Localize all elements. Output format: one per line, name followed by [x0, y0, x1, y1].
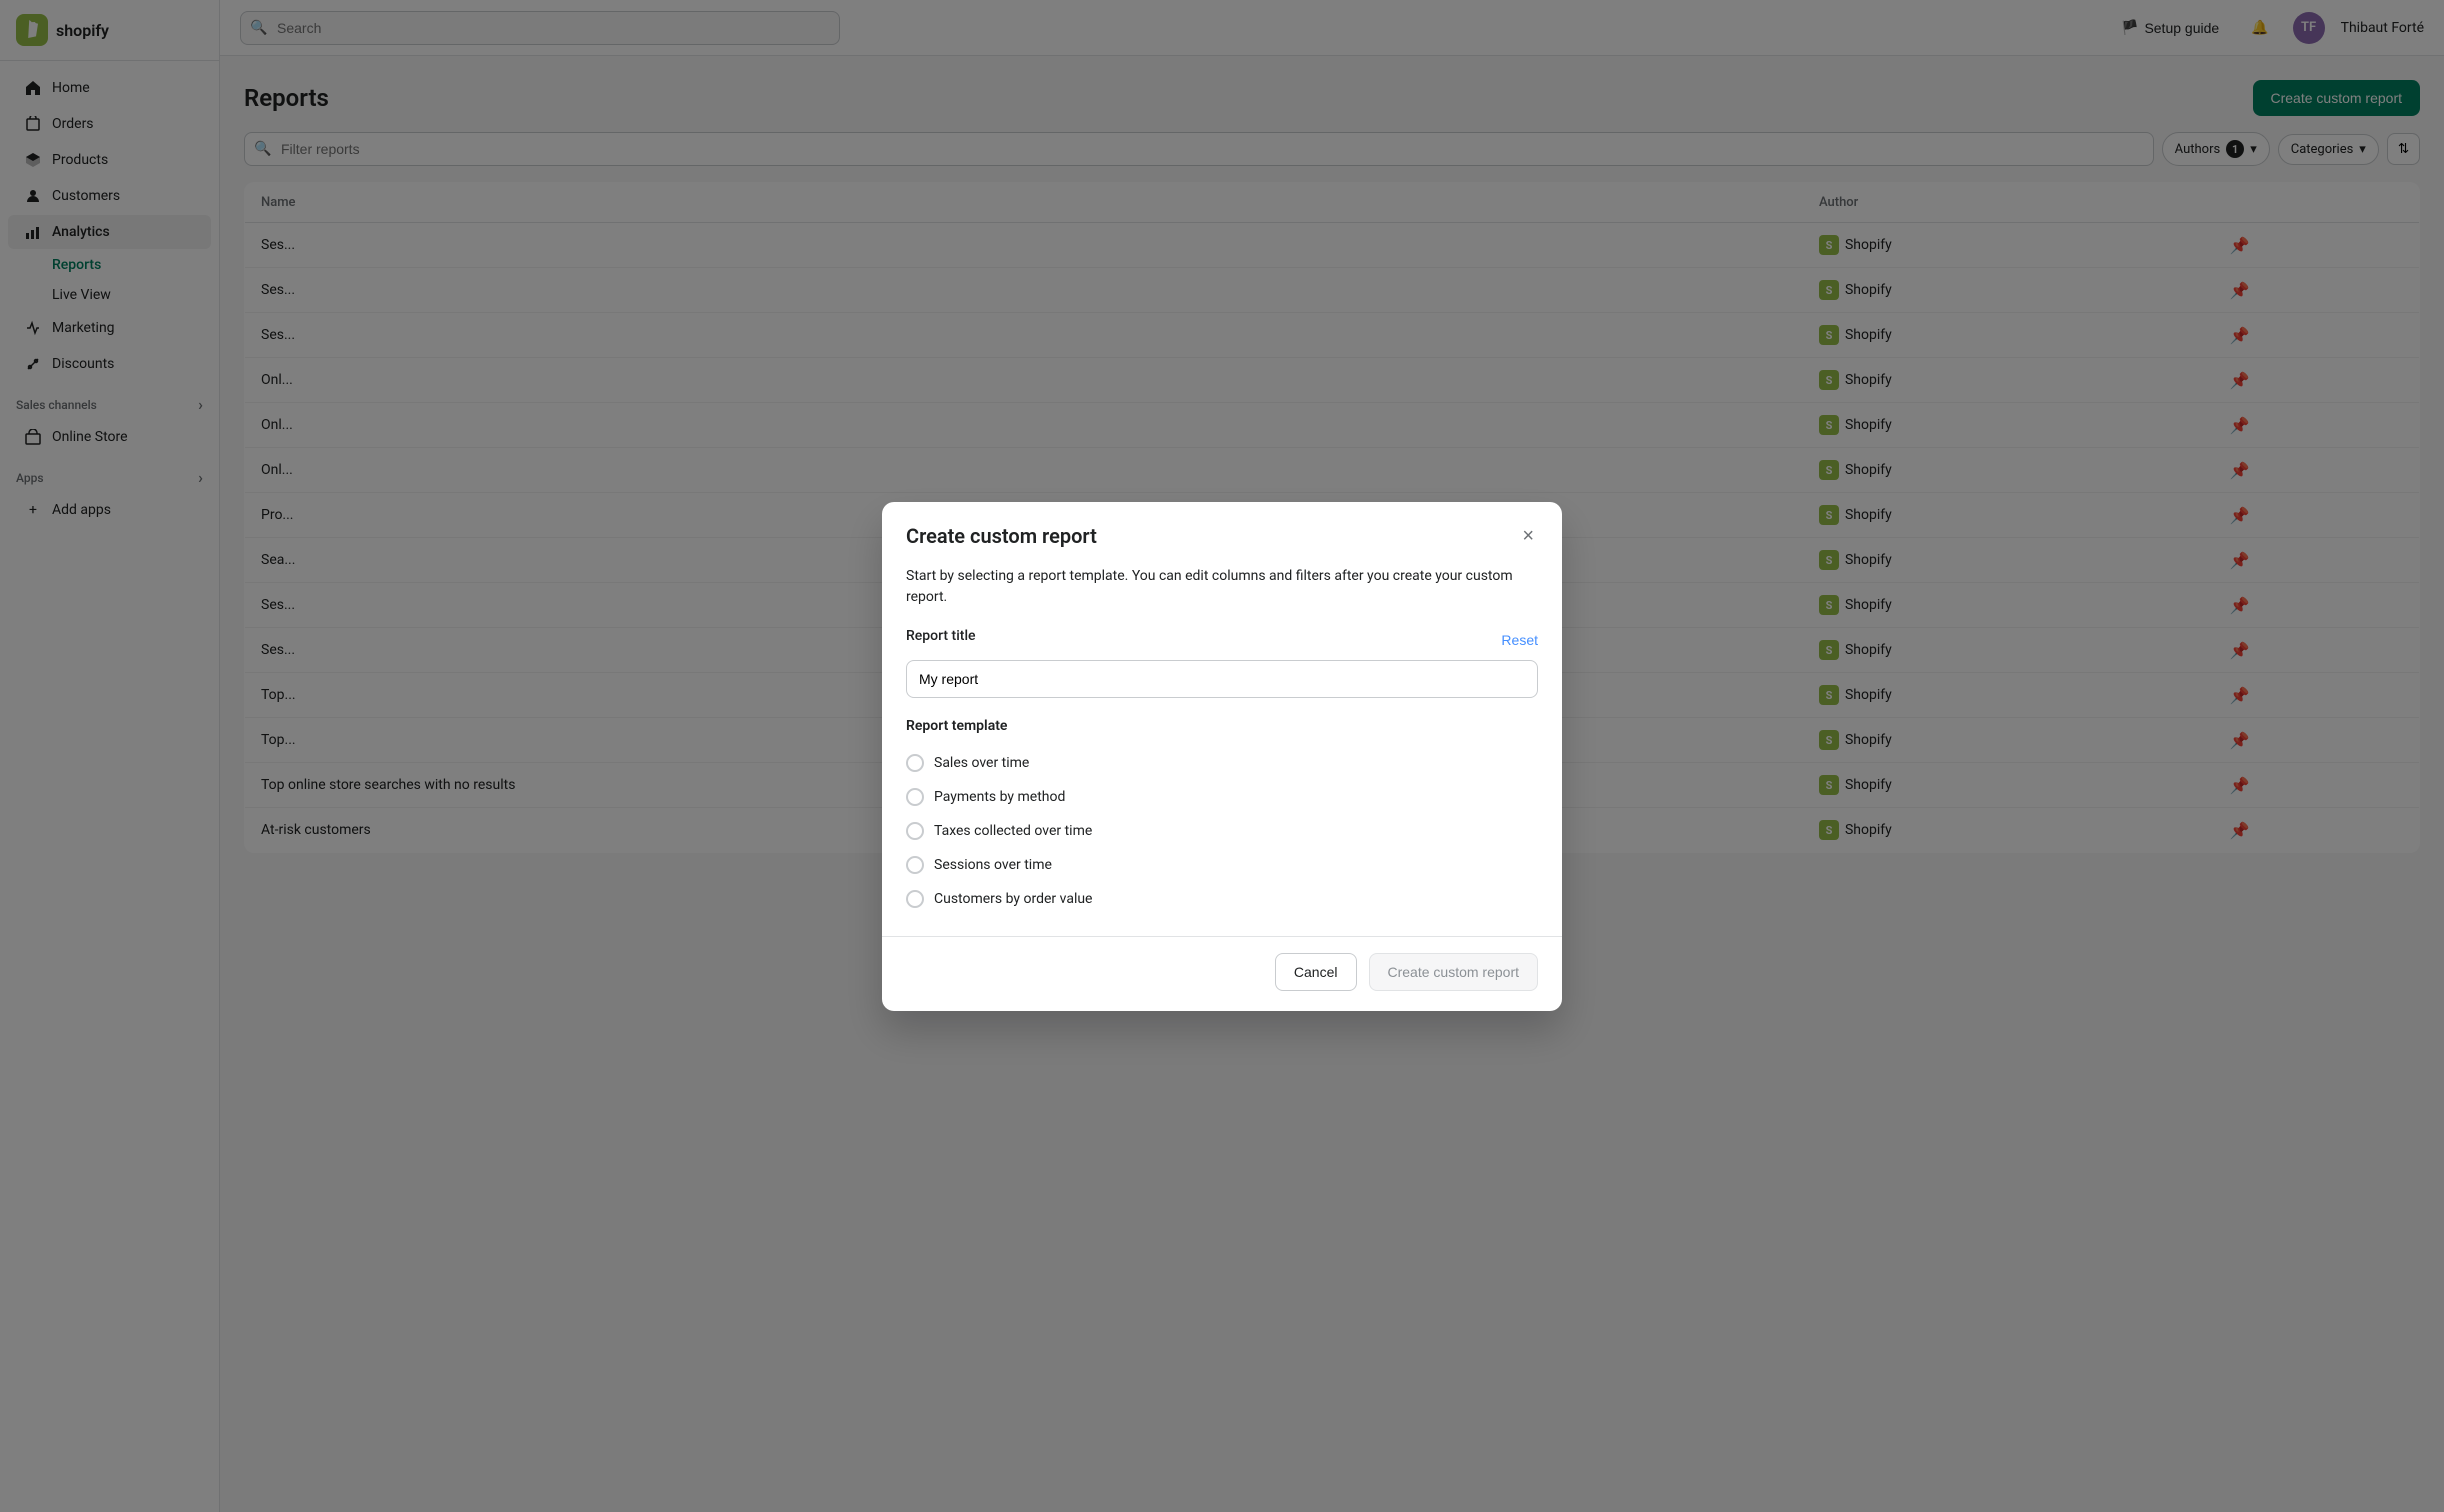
- report-title-label: Report title: [906, 628, 976, 644]
- template-label-sessions-over-time: Sessions over time: [934, 857, 1052, 873]
- cancel-button[interactable]: Cancel: [1275, 953, 1357, 991]
- modal-description: Start by selecting a report template. Yo…: [906, 566, 1538, 608]
- template-label-taxes-collected-over-time: Taxes collected over time: [934, 823, 1092, 839]
- template-option-taxes-collected-over-time[interactable]: Taxes collected over time: [906, 814, 1538, 848]
- radio-circle-sales-over-time: [906, 754, 924, 772]
- template-label-sales-over-time: Sales over time: [934, 755, 1029, 771]
- report-title-label-row: Report title Reset: [906, 628, 1538, 652]
- create-button[interactable]: Create custom report: [1369, 953, 1539, 991]
- template-option-sales-over-time[interactable]: Sales over time: [906, 746, 1538, 780]
- radio-circle-payments-by-method: [906, 788, 924, 806]
- reset-button[interactable]: Reset: [1501, 632, 1538, 648]
- template-option-payments-by-method[interactable]: Payments by method: [906, 780, 1538, 814]
- create-report-modal: Create custom report × Start by selectin…: [882, 502, 1562, 1011]
- modal-title: Create custom report: [906, 524, 1097, 548]
- template-label-payments-by-method: Payments by method: [934, 789, 1065, 805]
- modal-header: Create custom report ×: [882, 502, 1562, 566]
- app-layout: shopify Home Orders Products: [0, 0, 2444, 1512]
- report-template-label: Report template: [906, 718, 1538, 734]
- template-options: Sales over time Payments by method Taxes…: [906, 746, 1538, 916]
- report-title-input[interactable]: [906, 660, 1538, 698]
- modal-body: Start by selecting a report template. Yo…: [882, 566, 1562, 936]
- template-option-sessions-over-time[interactable]: Sessions over time: [906, 848, 1538, 882]
- modal-overlay[interactable]: Create custom report × Start by selectin…: [0, 0, 2444, 1512]
- template-option-customers-by-order-value[interactable]: Customers by order value: [906, 882, 1538, 916]
- template-label-customers-by-order-value: Customers by order value: [934, 891, 1092, 907]
- modal-footer: Cancel Create custom report: [882, 936, 1562, 1011]
- radio-circle-taxes-collected-over-time: [906, 822, 924, 840]
- modal-close-button[interactable]: ×: [1518, 522, 1538, 550]
- radio-circle-customers-by-order-value: [906, 890, 924, 908]
- radio-circle-sessions-over-time: [906, 856, 924, 874]
